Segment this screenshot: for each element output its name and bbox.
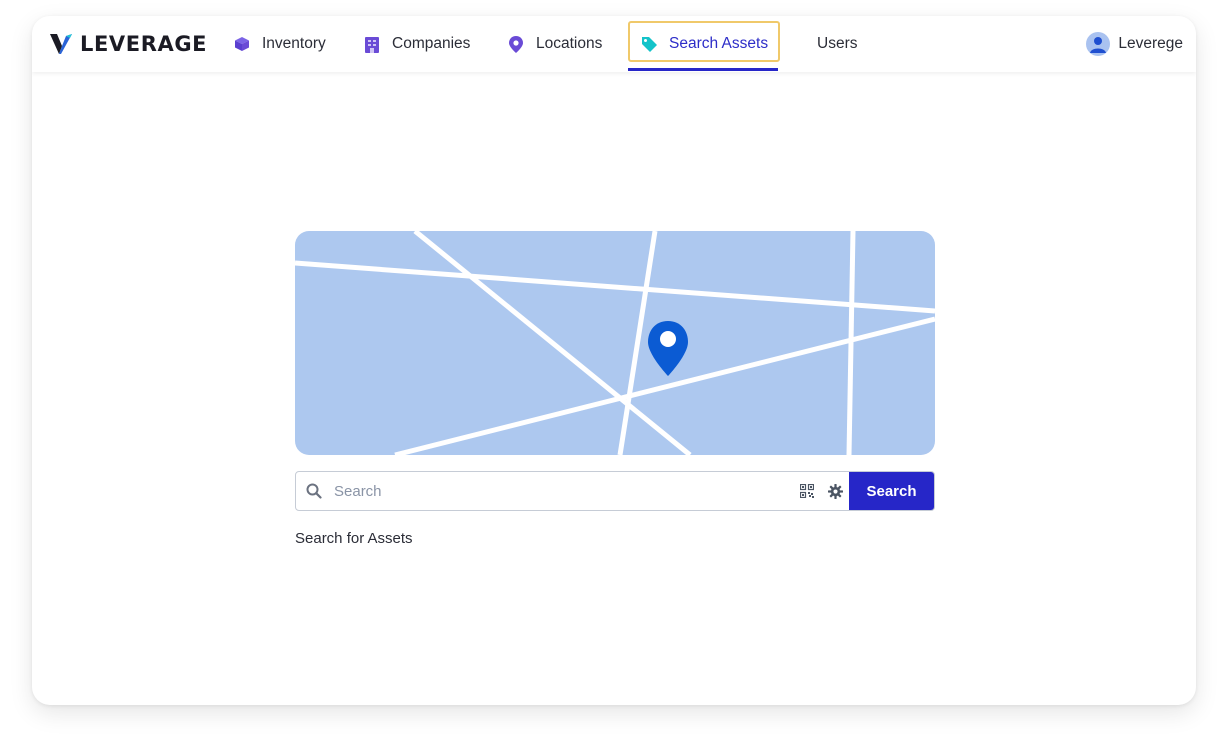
search-input[interactable] [330,472,793,510]
nav-item-label: Locations [536,35,603,52]
map-pin-icon [648,321,688,376]
top-navbar: LEVERAGE Inventory Companies Locations S… [32,16,1196,72]
search-caption: Search for Assets [295,530,413,547]
tag-icon [640,35,658,53]
leverege-logo-icon [50,34,72,54]
nav-item-label: Inventory [262,35,326,52]
nav-item-label: Companies [392,35,471,52]
cube-icon [233,35,251,53]
qr-code-icon[interactable] [793,472,821,510]
gear-icon[interactable] [821,472,849,510]
map-roads [295,231,935,455]
search-button[interactable]: Search [849,472,934,510]
search-icon [296,472,330,510]
active-tab-indicator [628,68,778,71]
user-menu[interactable]: Leverege [1086,16,1183,72]
nav-item-inventory[interactable]: Inventory [233,16,326,72]
brand-logo[interactable]: LEVERAGE [50,30,207,58]
user-avatar-icon [1086,32,1111,56]
brand-name: LEVERAGE [80,32,208,56]
map-pin-icon [507,35,525,53]
nav-item-users[interactable]: Users [817,16,857,72]
nav-item-companies[interactable]: Companies [363,16,470,72]
asset-search-bar: Search [295,471,935,511]
nav-item-label: Users [817,35,858,52]
nav-item-locations[interactable]: Locations [507,16,602,72]
user-name: Leverege [1118,35,1183,52]
building-icon [363,35,381,53]
app-window: LEVERAGE Inventory Companies Locations S… [32,16,1196,705]
nav-item-search-assets[interactable]: Search Assets [640,16,768,72]
nav-item-label: Search Assets [669,35,769,52]
map-illustration [295,231,935,455]
